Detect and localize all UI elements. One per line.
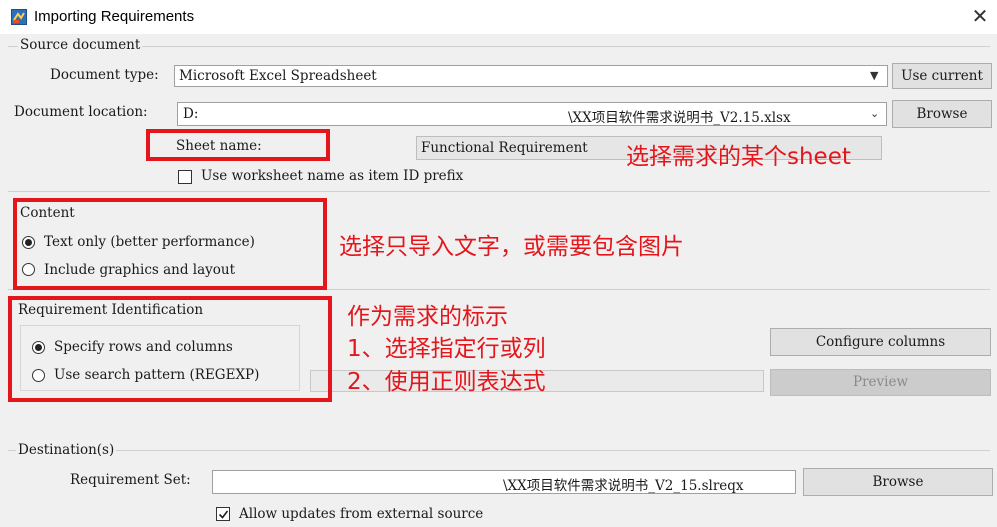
doc-location-suffix: \XX项目软件需求说明书_V2.15.xlsx bbox=[568, 110, 791, 126]
doc-type-value: Microsoft Excel Spreadsheet bbox=[179, 68, 377, 84]
content-top-border bbox=[8, 191, 990, 192]
destination-group-border bbox=[8, 450, 990, 451]
source-group-label: Source document bbox=[18, 37, 143, 53]
req-set-input[interactable]: \XX项目软件需求说明书_V2_15.slreqx bbox=[212, 470, 796, 494]
browse-doc-button[interactable]: Browse bbox=[892, 100, 992, 128]
ident-highlight-box bbox=[8, 296, 332, 402]
checkmark-icon bbox=[218, 510, 229, 519]
close-icon[interactable]: ✕ bbox=[969, 6, 991, 28]
doc-location-combo[interactable]: D: \XX项目软件需求说明书_V2.15.xlsx ⌄ bbox=[177, 102, 887, 126]
prefix-checkbox[interactable] bbox=[178, 170, 192, 184]
sheet-highlight-box bbox=[146, 129, 330, 161]
doc-location-label: Document location: bbox=[14, 104, 148, 120]
browse-destination-button[interactable]: Browse bbox=[803, 468, 993, 496]
use-current-button[interactable]: Use current bbox=[892, 63, 992, 89]
preview-button[interactable]: Preview bbox=[770, 369, 991, 396]
doc-location-prefix: D: bbox=[183, 106, 199, 122]
sheet-annotation: 选择需求的某个sheet bbox=[626, 144, 851, 170]
ident-annotation-title: 作为需求的标示 bbox=[347, 304, 508, 330]
window-title: Importing Requirements bbox=[34, 8, 195, 25]
allow-updates-label: Allow updates from external source bbox=[239, 506, 484, 522]
doc-type-label: Document type: bbox=[50, 67, 159, 83]
ident-annotation-2: 2、使用正则表达式 bbox=[347, 369, 546, 395]
app-icon bbox=[11, 9, 27, 25]
configure-columns-button[interactable]: Configure columns bbox=[770, 328, 991, 356]
content-highlight-box bbox=[13, 198, 327, 290]
allow-updates-checkbox[interactable] bbox=[216, 507, 230, 521]
req-set-suffix: \XX项目软件需求说明书_V2_15.slreqx bbox=[503, 478, 744, 494]
req-set-label: Requirement Set: bbox=[70, 472, 191, 488]
prefix-checkbox-label: Use worksheet name as item ID prefix bbox=[201, 168, 464, 184]
content-annotation: 选择只导入文字，或需要包含图片 bbox=[339, 234, 684, 260]
doc-type-select[interactable]: Microsoft Excel Spreadsheet ▼ bbox=[174, 65, 888, 87]
sheet-name-value: Functional Requirement bbox=[421, 140, 588, 156]
chevron-down-icon: ⌄ bbox=[870, 107, 880, 120]
destination-group-label: Destination(s) bbox=[16, 442, 117, 458]
source-group-border bbox=[8, 46, 990, 47]
chevron-down-icon: ▼ bbox=[870, 69, 879, 82]
ident-annotation-1: 1、选择指定行或列 bbox=[347, 336, 546, 362]
